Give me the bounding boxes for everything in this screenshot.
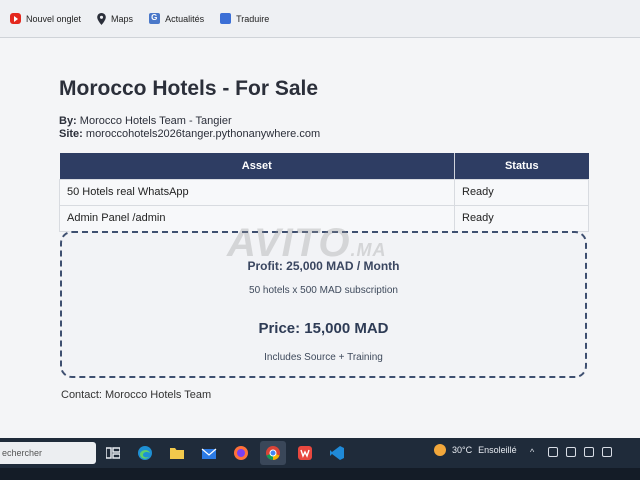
site-line: Site: moroccohotels2026tanger.pythonanyw… xyxy=(59,128,320,140)
vscode-taskbar-button[interactable] xyxy=(324,441,350,465)
battery-icon[interactable] xyxy=(566,447,576,457)
news-icon xyxy=(149,13,161,24)
chrome-icon xyxy=(266,446,280,460)
table-header-row: Asset Status xyxy=(59,153,589,179)
system-tray: ^ xyxy=(530,447,612,457)
status-cell: Ready xyxy=(454,204,589,232)
youtube-icon xyxy=(10,13,21,24)
vscode-icon xyxy=(330,446,344,460)
asset-cell: 50 Hotels real WhatsApp xyxy=(59,178,455,206)
bookmark-traduire[interactable]: Traduire xyxy=(220,13,269,24)
by-label: By: xyxy=(59,115,77,127)
task-view-icon xyxy=(106,447,120,459)
volume-icon[interactable] xyxy=(584,447,594,457)
task-view-button[interactable] xyxy=(100,441,126,465)
network-icon[interactable] xyxy=(548,447,558,457)
folder-icon xyxy=(170,448,184,459)
price-text: Price: 15,000 MAD xyxy=(258,320,389,337)
sun-icon xyxy=(434,444,446,456)
firefox-icon xyxy=(234,446,248,460)
site-label: Site: xyxy=(59,128,83,140)
by-value: Morocco Hotels Team - Tangier xyxy=(79,115,232,127)
bookmark-actualites[interactable]: Actualités xyxy=(149,13,204,24)
weather-temp: 30°C xyxy=(452,445,473,455)
page-content: Morocco Hotels - For Sale By: Morocco Ho… xyxy=(0,38,640,438)
wps-taskbar-button[interactable] xyxy=(292,441,318,465)
bookmark-nouvel-onglet[interactable]: Nouvel onglet xyxy=(10,13,81,24)
bookmark-maps[interactable]: Maps xyxy=(97,12,134,25)
chevron-up-icon[interactable]: ^ xyxy=(530,447,540,457)
bookmark-label: Actualités xyxy=(165,13,205,24)
watermark-main: AVITO xyxy=(227,221,351,265)
chrome-taskbar-button[interactable] xyxy=(260,441,286,465)
weather-widget[interactable]: 30°C Ensoleillé xyxy=(434,444,517,456)
column-header-asset: Asset xyxy=(59,153,455,179)
notification-icon[interactable] xyxy=(602,447,612,457)
includes-text: Includes Source + Training xyxy=(264,352,383,363)
edge-icon xyxy=(138,446,152,460)
taskbar-apps xyxy=(100,441,350,465)
bookmark-label: Maps xyxy=(111,13,134,24)
edge-taskbar-button[interactable] xyxy=(132,441,158,465)
site-value: moroccohotels2026tanger.pythonanywhere.c… xyxy=(85,128,321,140)
maps-pin-icon xyxy=(97,12,106,25)
author-line: By: Morocco Hotels Team - Tangier xyxy=(59,115,232,127)
watermark-suffix: .MA xyxy=(350,240,387,260)
weather-desc: Ensoleillé xyxy=(478,445,517,455)
assets-table: Asset Status 50 Hotels real WhatsApp Rea… xyxy=(59,153,589,232)
mail-icon xyxy=(201,448,217,459)
table-row: 50 Hotels real WhatsApp Ready xyxy=(59,178,589,206)
watermark: AVITO.MA xyxy=(227,221,387,266)
firefox-taskbar-button[interactable] xyxy=(228,441,254,465)
taskbar: echercher 30°C Ensoleillé ^ xyxy=(0,438,640,468)
wps-office-icon xyxy=(298,446,312,460)
bookmarks-bar: Nouvel onglet Maps Actualités Traduire xyxy=(0,0,640,38)
contact-text: Contact: Morocco Hotels Team xyxy=(61,389,212,401)
column-header-status: Status xyxy=(454,153,589,179)
bookmark-label: Nouvel onglet xyxy=(26,13,82,24)
bookmark-label: Traduire xyxy=(236,13,270,24)
translate-icon xyxy=(220,13,232,24)
subscription-text: 50 hotels x 500 MAD subscription xyxy=(249,285,398,296)
status-cell: Ready xyxy=(454,178,589,206)
explorer-taskbar-button[interactable] xyxy=(164,441,190,465)
mail-taskbar-button[interactable] xyxy=(196,441,222,465)
taskbar-search-input[interactable]: echercher xyxy=(0,442,96,464)
page-title: Morocco Hotels - For Sale xyxy=(59,77,319,100)
screen-bezel xyxy=(0,468,640,480)
